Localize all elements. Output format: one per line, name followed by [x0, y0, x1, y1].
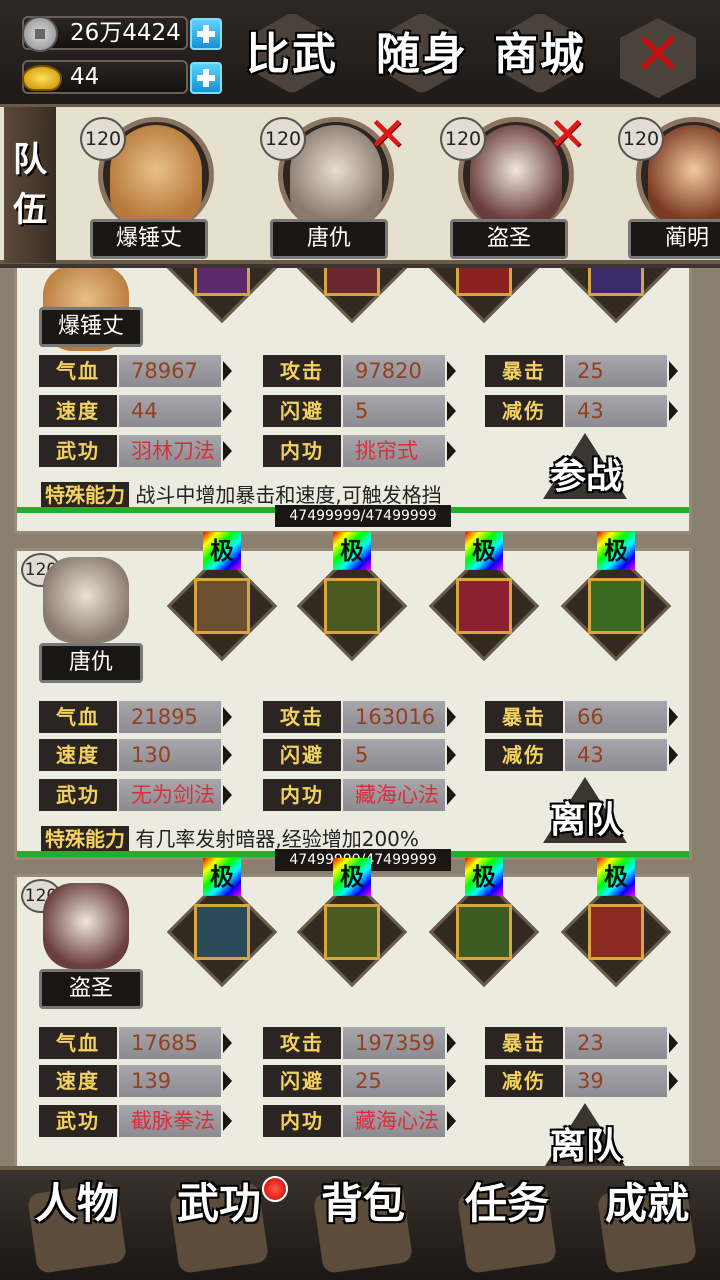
character-name: 爆锤丈	[39, 307, 143, 347]
shop-label: 商城	[494, 29, 586, 80]
leave-team-button[interactable]: 离队	[521, 1103, 651, 1166]
team-member-1[interactable]: 120 爆锤丈	[80, 111, 230, 261]
remove-member-icon[interactable]: ✕	[368, 111, 407, 157]
member-name: 盗圣	[450, 219, 568, 259]
silver-display: 26万4424	[22, 16, 188, 52]
equipment-slot[interactable]	[296, 268, 408, 324]
nav-character[interactable]: 人物	[8, 1176, 146, 1280]
member-name: 蔺明	[628, 219, 720, 259]
character-card: 120 盗圣 极 极 极 极 气血 17685 攻击 197359 暴击 23 速度 1…	[14, 857, 692, 1166]
silver-amount: 26万4424	[70, 20, 181, 46]
nav-backpack[interactable]: 背包	[294, 1176, 432, 1280]
exp-text: 47499999/47499999	[275, 505, 451, 527]
carry-label: 随身	[376, 29, 468, 80]
close-button[interactable]: ✕	[620, 18, 696, 98]
team-member-4[interactable]: 120 蔺明	[618, 111, 720, 261]
equipment-slot[interactable]: 极	[428, 857, 540, 988]
join-battle-button[interactable]: 参战	[521, 433, 651, 499]
add-gold-button[interactable]	[190, 62, 222, 94]
leave-team-button[interactable]: 离队	[521, 777, 651, 843]
tangchou-portrait	[43, 557, 129, 643]
member-level: 120	[80, 117, 126, 161]
nav-achievements[interactable]: 成就	[578, 1176, 716, 1280]
equipment-slot[interactable]: 极	[296, 531, 408, 662]
equipment-slot[interactable]: 极	[296, 857, 408, 988]
shop-button[interactable]: 商城	[490, 12, 590, 96]
special-ability: 特殊能力 战斗中增加暴击和速度,可触发格挡	[41, 479, 442, 508]
equipment-slot[interactable]	[166, 268, 278, 324]
character-name: 唐仇	[39, 643, 143, 683]
equipment-slot[interactable]: 极	[166, 531, 278, 662]
bottom-nav: 人物 武功 背包 任务 成就	[0, 1166, 720, 1280]
team-member-2[interactable]: 120 ✕ 唐仇	[260, 111, 410, 261]
notification-dot-icon	[262, 1176, 288, 1202]
character-card: 120 唐仇 极 极 极 极 气血 21895 攻击 163016 暴击 66 速度 1…	[14, 531, 692, 871]
daosheng-portrait	[43, 883, 129, 969]
close-icon: ✕	[633, 20, 683, 88]
team-bar: 队伍 120 爆锤丈 120 ✕ 唐仇 120 ✕ 盗圣 120 蔺明	[0, 104, 720, 264]
gold-amount: 44	[70, 64, 100, 90]
team-label: 队伍	[4, 107, 56, 263]
member-name: 唐仇	[270, 219, 388, 259]
character-list[interactable]: 爆锤丈 气血 78967 攻击 97820 暴击 25 速度 44 闪避 5 减伤 43 武…	[0, 268, 720, 1166]
character-name: 盗圣	[39, 969, 143, 1009]
equipment-slot[interactable]	[428, 268, 540, 324]
equipment-slot[interactable]: 极	[560, 531, 672, 662]
member-name: 爆锤丈	[90, 219, 208, 259]
silver-coin-icon	[22, 16, 58, 52]
member-level: 120	[440, 117, 486, 161]
carry-button[interactable]: 随身	[372, 12, 472, 96]
arena-label: 比武	[246, 29, 338, 80]
member-level: 120	[618, 117, 664, 161]
special-ability: 特殊能力 有几率发射暗器,经验增加200%	[41, 823, 419, 852]
game-screen: 26万4424 44 比武 随身 商城 ✕ 队伍 120 爆锤丈 120 ✕ 唐…	[0, 0, 720, 1280]
equipment-slot[interactable]: 极	[428, 531, 540, 662]
equipment-slot[interactable]: 极	[560, 857, 672, 988]
add-silver-button[interactable]	[190, 18, 222, 50]
gold-ingot-icon	[22, 65, 62, 91]
member-level: 120	[260, 117, 306, 161]
remove-member-icon[interactable]: ✕	[548, 111, 587, 157]
arena-button[interactable]: 比武	[242, 12, 342, 96]
equipment-slot[interactable]	[560, 268, 672, 324]
top-bar: 26万4424 44 比武 随身 商城 ✕	[0, 0, 720, 104]
equipment-slot[interactable]: 极	[166, 857, 278, 988]
nav-tasks[interactable]: 任务	[438, 1176, 576, 1280]
team-member-3[interactable]: 120 ✕ 盗圣	[440, 111, 590, 261]
gold-display: 44	[22, 60, 188, 94]
character-card: 爆锤丈 气血 78967 攻击 97820 暴击 25 速度 44 闪避 5 减伤 43 武…	[14, 268, 692, 534]
